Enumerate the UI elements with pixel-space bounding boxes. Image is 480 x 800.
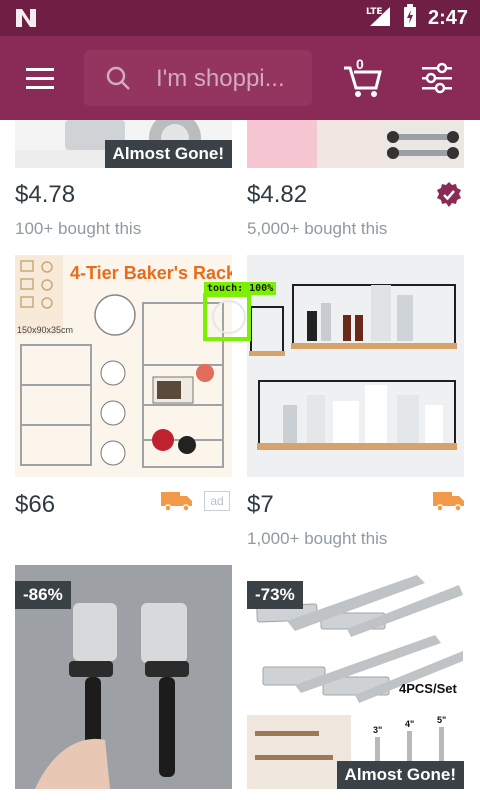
- baker-rack-title: 4-Tier Baker's Rack: [70, 263, 232, 283]
- product-image-1[interactable]: Almost Gone!: [15, 120, 232, 168]
- product-image-2[interactable]: [247, 120, 464, 168]
- product-bought-4: 1,000+ bought this: [247, 529, 388, 548]
- cart-count-badge: 0: [356, 56, 364, 72]
- search-input[interactable]: I'm shoppi...: [84, 50, 312, 106]
- filter-button[interactable]: [418, 60, 458, 96]
- product-price-2: $4.82: [247, 181, 308, 208]
- search-placeholder: I'm shoppi...: [156, 65, 285, 92]
- hamburger-icon: [26, 68, 54, 89]
- discount-badge-5: -86%: [15, 581, 71, 609]
- app-bar: I'm shoppi... 0: [0, 36, 480, 120]
- sliders-icon: [422, 62, 452, 94]
- almost-gone-badge: Almost Gone!: [104, 140, 232, 168]
- battery-charging-icon: [402, 3, 418, 33]
- ad-badge: ad: [204, 491, 230, 511]
- truck-icon: [161, 490, 193, 517]
- product-bought-1: 100+ bought this: [15, 219, 142, 238]
- size-label-4: 4": [405, 719, 414, 729]
- product-price-3: $66: [15, 491, 56, 518]
- discount-badge-6: -73%: [247, 581, 303, 609]
- product-image-5[interactable]: -86%: [15, 565, 232, 789]
- product-image-3[interactable]: 4-Tier Baker's Rack 150x90x35cm: [15, 255, 232, 477]
- clock: 2:47: [427, 6, 468, 29]
- truck-icon: [433, 490, 465, 517]
- svg-text:LTE: LTE: [366, 7, 383, 17]
- lte-signal-icon: LTE: [366, 5, 392, 32]
- product-price-1: $4.78: [15, 181, 76, 208]
- check-badge-icon: [435, 181, 463, 214]
- pcs-set-label: 4PCS/Set: [399, 681, 457, 696]
- almost-gone-badge: Almost Gone!: [336, 761, 464, 789]
- product-image-6[interactable]: 4PCS/Set 3" 4" 5" -73% Almost Gone!: [247, 565, 464, 789]
- android-n-icon: [14, 7, 38, 34]
- status-bar: LTE 2:47: [0, 0, 480, 36]
- search-icon: [106, 66, 132, 97]
- product-price-4: $7: [247, 491, 274, 518]
- product-bought-2: 5,000+ bought this: [247, 219, 388, 238]
- size-label-3: 3": [373, 725, 382, 735]
- rack-dimensions-label: 150x90x35cm: [17, 325, 73, 335]
- menu-button[interactable]: [22, 60, 62, 96]
- size-label-5: 5": [437, 715, 446, 725]
- product-image-4[interactable]: [247, 255, 464, 477]
- touch-indicator-box: [203, 293, 251, 341]
